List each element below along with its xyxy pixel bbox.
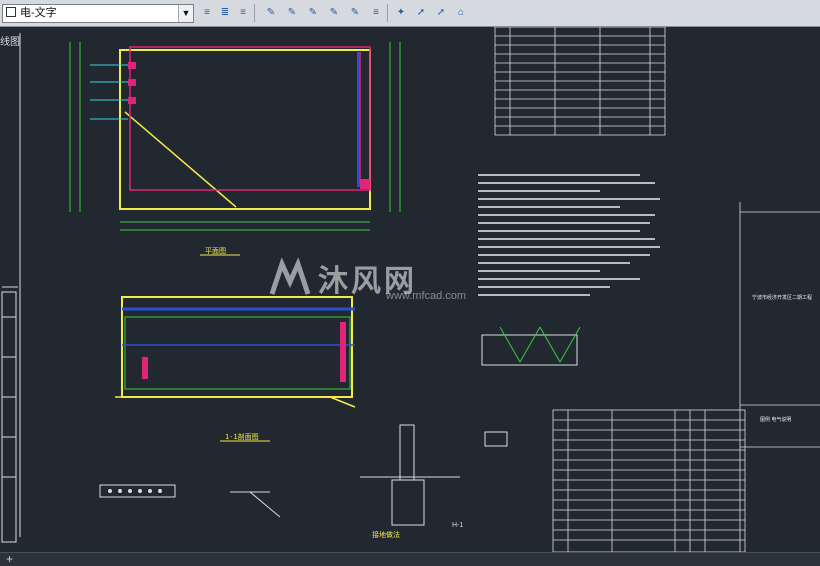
- status-bar: +: [0, 552, 820, 566]
- section-view: 1-1剖面图: [115, 296, 356, 442]
- layer-unlock-icon[interactable]: ➚: [412, 4, 430, 22]
- node-title: 接地做法: [372, 530, 400, 539]
- chevron-down-icon[interactable]: ▼: [178, 5, 193, 22]
- legend-table: [552, 409, 746, 552]
- stamp-label: 图例 电气说明: [760, 416, 791, 423]
- layer-walk-icon[interactable]: ➚: [432, 4, 450, 22]
- section-title: 1-1剖面图: [225, 432, 259, 441]
- plan-title: 平面图: [205, 247, 226, 255]
- layer-name: 电-文字: [20, 7, 57, 19]
- watermark-url: www.mfcad.com: [386, 290, 467, 302]
- plan-view: 平面图: [69, 42, 401, 256]
- layer-off-icon[interactable]: ≡: [367, 4, 385, 22]
- layer-previous-icon[interactable]: ≡: [234, 4, 252, 22]
- layer-unisolate-icon[interactable]: ✎: [325, 4, 343, 22]
- make-current-icon[interactable]: ✎: [262, 4, 280, 22]
- layer-toolbar: 电-文字 ▼ ≡ ≣ ≡ ✎ ✎ ✎ ✎ ✎ ≡ ✦ ➚ ➚ ⌂: [0, 0, 820, 27]
- layer-merge-icon[interactable]: ⌂: [452, 4, 470, 22]
- layer-properties-icon[interactable]: ≡: [198, 4, 216, 22]
- plus-icon[interactable]: +: [6, 552, 13, 566]
- section-h-label: H-1: [452, 522, 463, 529]
- project-name: 宁波市经济开发区二期工程: [752, 294, 812, 301]
- cable-schedule-table: [494, 27, 666, 136]
- layer-state-icon[interactable]: ≣: [216, 4, 234, 22]
- layer-color-swatch: [6, 7, 16, 17]
- layer-freeze-icon[interactable]: ✎: [346, 4, 364, 22]
- layer-lock-icon[interactable]: ✦: [392, 4, 410, 22]
- match-layer-icon[interactable]: ✎: [283, 4, 301, 22]
- layer-isolate-icon[interactable]: ✎: [304, 4, 322, 22]
- mfcad-logo-icon: [268, 257, 312, 302]
- layer-dropdown[interactable]: 电-文字 ▼: [2, 4, 194, 23]
